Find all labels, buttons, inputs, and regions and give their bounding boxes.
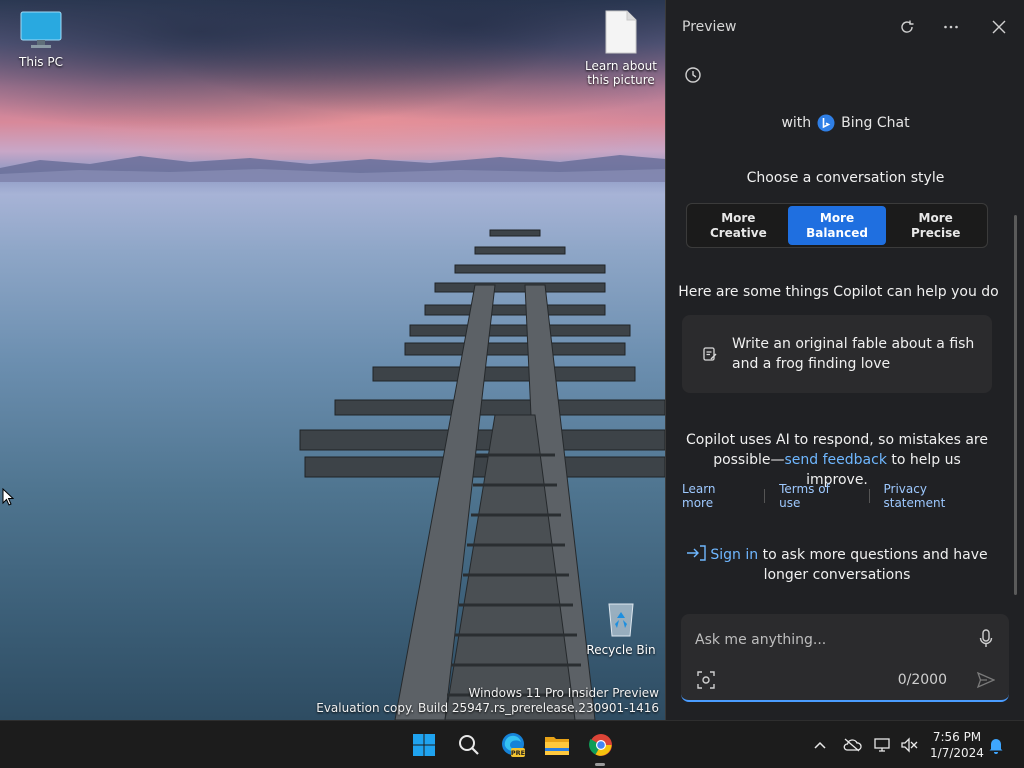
ai-disclaimer: Copilot uses AI to respond, so mistakes … [682,430,992,490]
sign-in-icon [687,545,707,561]
suggestion-card[interactable]: Write an original fable about a fish and… [682,315,992,393]
clock-time: 7:56 PM [932,730,982,744]
compose-icon [703,347,717,361]
clock-date: 1/7/2024 [930,746,984,760]
show-hidden-icons-button[interactable] [810,735,830,755]
more-horizontal-icon [944,25,958,29]
terms-of-use-link[interactable]: Terms of use [779,482,854,510]
desktop-icon-label: This PC [19,55,63,69]
pane-title: Preview [682,19,737,35]
search-icon [459,735,479,755]
style-line2: Balanced [806,225,868,240]
distant-mountains [0,155,665,182]
style-line1: More [819,210,855,225]
privacy-statement-link[interactable]: Privacy statement [884,482,993,510]
refresh-icon [901,20,914,33]
desktop-icon-label: Learn about this picture [585,59,657,87]
bing-logo-icon [817,114,835,132]
style-line1: More [918,210,953,225]
taskbar: PRE 7:56 PM 1/7/2024 [0,720,1024,768]
pane-header: Preview [666,0,1024,52]
network-button[interactable] [873,735,893,755]
start-button[interactable] [408,729,440,761]
close-icon [992,20,1006,34]
character-counter: 0/2000 [897,672,947,688]
chat-input[interactable] [695,630,965,650]
send-button[interactable] [975,669,997,691]
watermark-line-1: Windows 11 Pro Insider Preview [468,686,659,700]
divider [764,489,766,503]
chrome-icon [589,734,612,756]
system-clock[interactable]: 7:56 PM 1/7/2024 [922,729,992,761]
desktop-icon-learn-picture[interactable]: Learn about this picture [583,10,659,87]
taskbar-search-button[interactable] [453,729,485,761]
legal-links: Learn more Terms of use Privacy statemen… [682,482,992,510]
notifications-button[interactable] [986,735,1006,755]
chrome-button[interactable] [585,729,617,761]
style-line2: Creative [709,225,767,240]
cloud-offline-icon [843,738,862,752]
sign-in-prompt: Sign in to ask more questions and have l… [682,545,992,585]
microphone-button[interactable] [975,628,997,650]
screenshot-button[interactable] [695,669,717,691]
sign-in-link[interactable]: Sign in [710,547,758,563]
pane-scrollbar[interactable] [1014,215,1017,595]
history-button[interactable] [682,64,704,86]
desktop-icon-label: Recycle Bin [586,643,656,657]
bing-chat-label: Bing Chat [841,115,910,131]
style-more-balanced-button[interactable]: More Balanced [787,206,887,245]
edge-beta-icon: PRE [502,733,525,757]
windows-start-icon [413,734,435,756]
file-explorer-button[interactable] [541,729,573,761]
edge-badge: PRE [511,749,525,757]
more-options-button[interactable] [938,14,964,40]
divider [868,489,870,503]
microphone-icon [979,629,993,647]
screenshot-icon [697,671,715,689]
style-more-precise-button[interactable]: More Precise [886,206,985,245]
history-icon [685,67,701,83]
refresh-button[interactable] [894,14,920,40]
desktop: This PC Learn about this picture Recycle… [0,0,665,720]
volume-button[interactable] [899,735,919,755]
with-bing-chat: with Bing Chat [666,114,1024,132]
conversation-style-selector: More Creative More Balanced More Precise [686,203,988,248]
mouse-cursor-icon [2,488,14,506]
document-icon [583,10,659,57]
close-pane-button[interactable] [986,14,1012,40]
help-heading: Here are some things Copilot can help yo… [678,284,999,300]
chevron-up-icon [814,741,826,749]
sky-clouds [0,0,665,160]
style-more-creative-button[interactable]: More Creative [689,206,788,245]
recycle-bin-icon [583,598,659,641]
conversation-style-heading: Choose a conversation style [746,170,945,186]
send-icon [977,671,995,689]
onedrive-button[interactable] [842,735,862,755]
send-feedback-link[interactable]: send feedback [785,452,887,468]
with-prefix: with [781,115,812,131]
watermark-line-2: Evaluation copy. Build 25947.rs_prerelea… [316,701,659,715]
edge-beta-button[interactable]: PRE [497,729,529,761]
file-explorer-icon [545,737,569,755]
bell-icon [989,739,1003,754]
desktop-icon-this-pc[interactable]: This PC [3,10,79,69]
sign-in-text: to ask more questions and have longer co… [758,547,988,583]
desktop-icon-recycle-bin[interactable]: Recycle Bin [583,598,659,657]
chat-input-box: 0/2000 [681,614,1009,702]
speaker-muted-icon [901,737,918,753]
network-icon [874,738,890,752]
running-indicator [595,763,605,766]
monitor-icon [3,10,79,53]
learn-more-link[interactable]: Learn more [682,482,750,510]
style-line1: More [721,210,756,225]
suggestion-text: Write an original fable about a fish and… [732,336,975,372]
copilot-pane: Preview with Bing Chat Choose a conversa… [665,0,1024,720]
style-line2: Precise [911,225,961,240]
